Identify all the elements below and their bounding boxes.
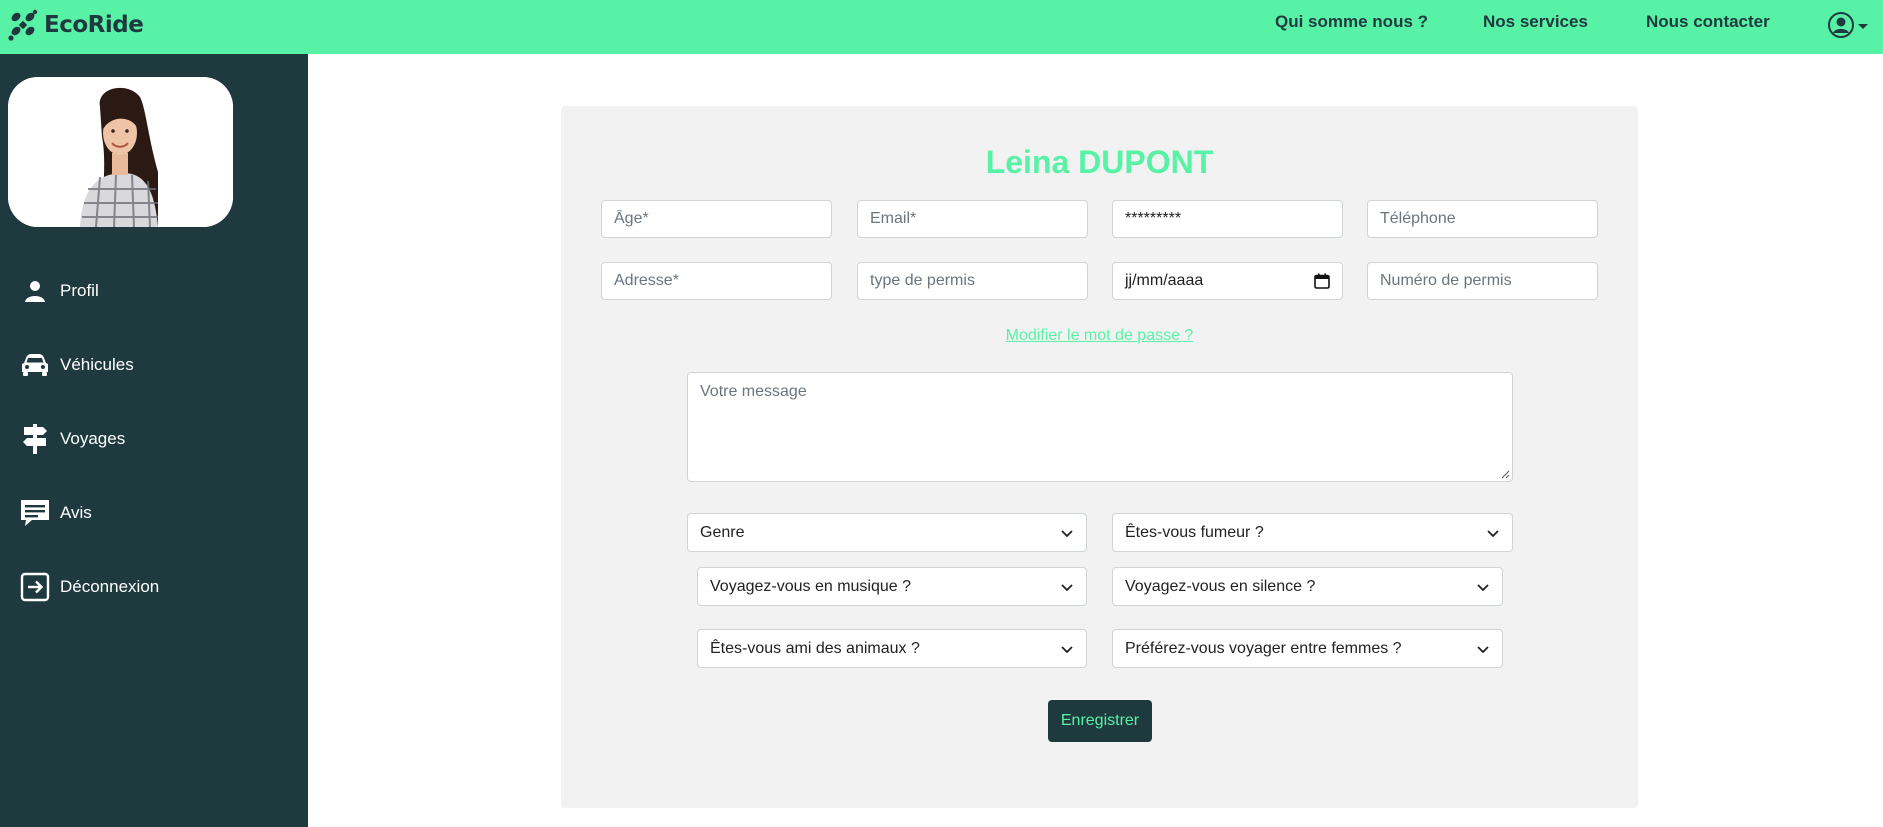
- sidebar-item-avis[interactable]: Avis: [18, 496, 92, 530]
- password-field[interactable]: [1112, 200, 1343, 238]
- smoker-select[interactable]: Êtes-vous fumeur ?: [1112, 513, 1513, 552]
- nav-link-contact[interactable]: Nous contacter: [1646, 12, 1770, 32]
- profile-form-card: Leina DUPONT jj/mm/aaaa Modifier le mot …: [561, 106, 1638, 808]
- select-value: Préférez-vous voyager entre femmes ?: [1125, 639, 1402, 657]
- sidebar-item-label: Profil: [60, 281, 99, 300]
- signpost-icon: [18, 422, 52, 456]
- sidebar-item-deconnexion[interactable]: Déconnexion: [18, 570, 159, 604]
- sidebar-item-label: Avis: [60, 503, 92, 522]
- age-field[interactable]: [601, 200, 832, 238]
- date-field[interactable]: jj/mm/aaaa: [1112, 262, 1343, 300]
- chevron-down-icon: [1061, 583, 1073, 591]
- page-title: Leina DUPONT: [985, 144, 1214, 180]
- chevron-down-icon: [1487, 529, 1499, 537]
- save-button[interactable]: Enregistrer: [1048, 700, 1152, 742]
- genre-select[interactable]: Genre: [687, 513, 1087, 552]
- date-field-value: jj/mm/aaaa: [1125, 272, 1204, 289]
- brand-name: EcoRide: [44, 12, 144, 38]
- license-type-field[interactable]: [857, 262, 1088, 300]
- animals-select[interactable]: Êtes-vous ami des animaux ?: [697, 629, 1087, 668]
- sidebar: Profil Véhicules Voyages Avis Déconnexio…: [0, 54, 308, 827]
- chevron-down-icon: [1477, 645, 1489, 653]
- select-value: Êtes-vous fumeur ?: [1125, 523, 1264, 541]
- change-password-link[interactable]: Modifier le mot de passe ?: [561, 327, 1638, 345]
- top-navbar: EcoRide Qui somme nous ? Nos services No…: [0, 0, 1883, 54]
- license-number-field[interactable]: [1367, 262, 1598, 300]
- user-menu-toggle[interactable]: [1827, 10, 1871, 40]
- phone-field[interactable]: [1367, 200, 1598, 238]
- select-value: Genre: [700, 523, 745, 541]
- brand[interactable]: EcoRide: [6, 8, 144, 42]
- chevron-down-icon: [1061, 529, 1073, 537]
- ecoride-logo-icon: [8, 9, 38, 41]
- sidebar-item-vehicules[interactable]: Véhicules: [18, 348, 134, 382]
- sidebar-item-label: Véhicules: [60, 355, 134, 374]
- address-field[interactable]: [601, 262, 832, 300]
- message-textarea[interactable]: [687, 372, 1513, 482]
- women-only-select[interactable]: Préférez-vous voyager entre femmes ?: [1112, 629, 1503, 668]
- person-icon: [18, 274, 52, 308]
- calendar-icon[interactable]: [1314, 273, 1330, 289]
- car-icon: [18, 348, 52, 382]
- resize-grip-icon[interactable]: [1500, 469, 1510, 479]
- select-value: Voyagez-vous en musique ?: [710, 577, 912, 595]
- silence-select[interactable]: Voyagez-vous en silence ?: [1112, 567, 1503, 606]
- sidebar-item-label: Déconnexion: [60, 577, 160, 596]
- user-circle-icon: [1828, 12, 1854, 38]
- sidebar-item-voyages[interactable]: Voyages: [18, 422, 125, 456]
- chevron-down-icon: [1061, 645, 1073, 653]
- profile-photo: [8, 77, 233, 227]
- select-value: Voyagez-vous en silence ?: [1125, 577, 1316, 595]
- nav-link-about[interactable]: Qui somme nous ?: [1275, 12, 1428, 32]
- sidebar-item-label: Voyages: [60, 429, 126, 448]
- nav-link-services[interactable]: Nos services: [1483, 12, 1588, 32]
- chevron-down-icon: [1477, 583, 1489, 591]
- chevron-down-icon: [1858, 23, 1868, 29]
- avatar: [8, 77, 233, 227]
- music-select[interactable]: Voyagez-vous en musique ?: [697, 567, 1087, 606]
- chat-icon: [18, 496, 52, 530]
- logout-icon: [18, 570, 52, 604]
- select-value: Êtes-vous ami des animaux ?: [710, 639, 920, 657]
- email-field[interactable]: [857, 200, 1088, 238]
- sidebar-item-profil[interactable]: Profil: [18, 274, 99, 308]
